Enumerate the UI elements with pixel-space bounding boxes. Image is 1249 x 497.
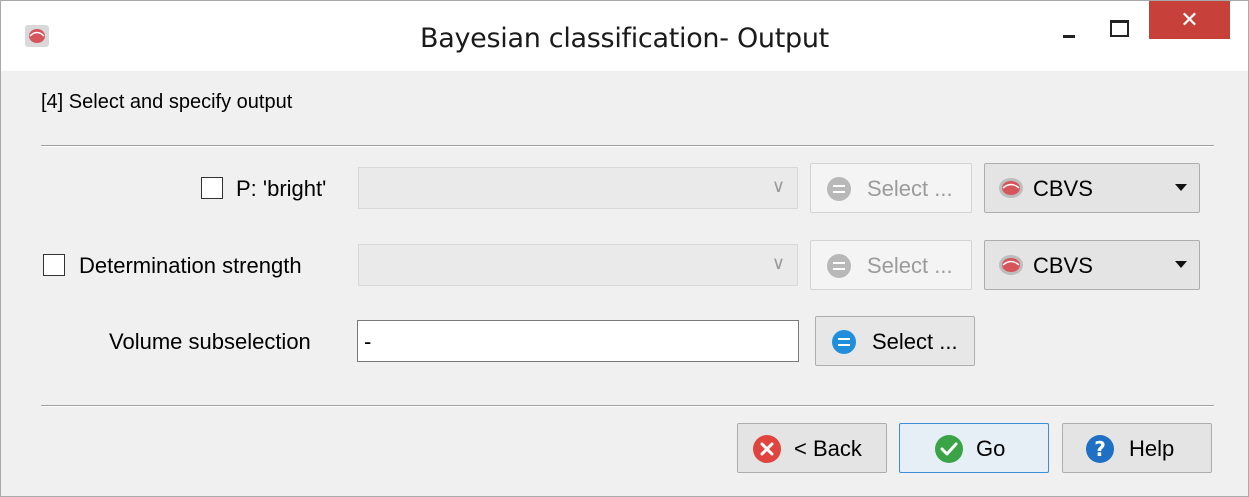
list-icon <box>827 254 851 278</box>
maximize-button[interactable] <box>1096 11 1141 51</box>
cross-circle-icon <box>753 435 781 463</box>
bright-format-dropdown[interactable]: CBVS <box>984 163 1200 213</box>
volume-select-button[interactable]: Select ... <box>815 316 975 366</box>
determination-select-button[interactable]: Select ... <box>810 240 972 290</box>
chevron-down-icon: ∨ <box>771 253 785 273</box>
select-label: Select ... <box>867 253 953 278</box>
close-icon: ✕ <box>1180 7 1199 32</box>
format-label: CBVS <box>1033 176 1093 201</box>
back-label: < Back <box>794 436 862 461</box>
bright-checkbox[interactable] <box>201 177 223 199</box>
minimize-button[interactable] <box>1046 11 1091 51</box>
chevron-down-icon: ∨ <box>771 176 785 196</box>
back-button[interactable]: < Back <box>737 423 887 473</box>
close-button[interactable]: ✕ <box>1149 1 1230 39</box>
bright-label: P: 'bright' <box>236 176 327 201</box>
determination-format-dropdown[interactable]: CBVS <box>984 240 1200 290</box>
volume-subselection-field[interactable]: - <box>357 320 799 362</box>
dropdown-arrow-icon <box>1175 261 1187 268</box>
format-label: CBVS <box>1033 253 1093 278</box>
bottom-divider <box>41 405 1214 407</box>
go-button[interactable]: Go <box>899 423 1049 473</box>
volume-subselection-label: Volume subselection <box>109 329 311 354</box>
step-label: [4] Select and specify output <box>41 91 293 113</box>
help-label: Help <box>1129 436 1175 461</box>
list-icon <box>827 177 851 201</box>
opendtect-logo-icon <box>999 255 1023 275</box>
top-divider <box>41 145 1214 147</box>
volume-subselection-value: - <box>364 329 372 354</box>
bright-select-button[interactable]: Select ... <box>810 163 972 213</box>
dialog-window: Bayesian classification- Output ✕ [4] Se… <box>0 0 1249 497</box>
go-label: Go <box>976 436 1006 461</box>
select-label: Select ... <box>867 176 953 201</box>
dialog-body: [4] Select and specify output P: 'bright… <box>19 71 1231 481</box>
check-circle-icon <box>935 435 963 463</box>
determination-label: Determination strength <box>79 253 302 278</box>
title-bar[interactable]: Bayesian classification- Output ✕ <box>1 1 1248 71</box>
select-label: Select ... <box>872 329 958 354</box>
help-button[interactable]: ? Help <box>1062 423 1212 473</box>
svg-text:?: ? <box>1094 437 1106 461</box>
bright-output-combo[interactable]: ∨ <box>358 167 798 209</box>
question-circle-icon: ? <box>1086 435 1114 463</box>
dropdown-arrow-icon <box>1175 184 1187 191</box>
determination-output-combo[interactable]: ∨ <box>358 244 798 286</box>
opendtect-logo-icon <box>999 178 1023 198</box>
list-icon <box>832 330 856 354</box>
determination-checkbox[interactable] <box>43 254 65 276</box>
